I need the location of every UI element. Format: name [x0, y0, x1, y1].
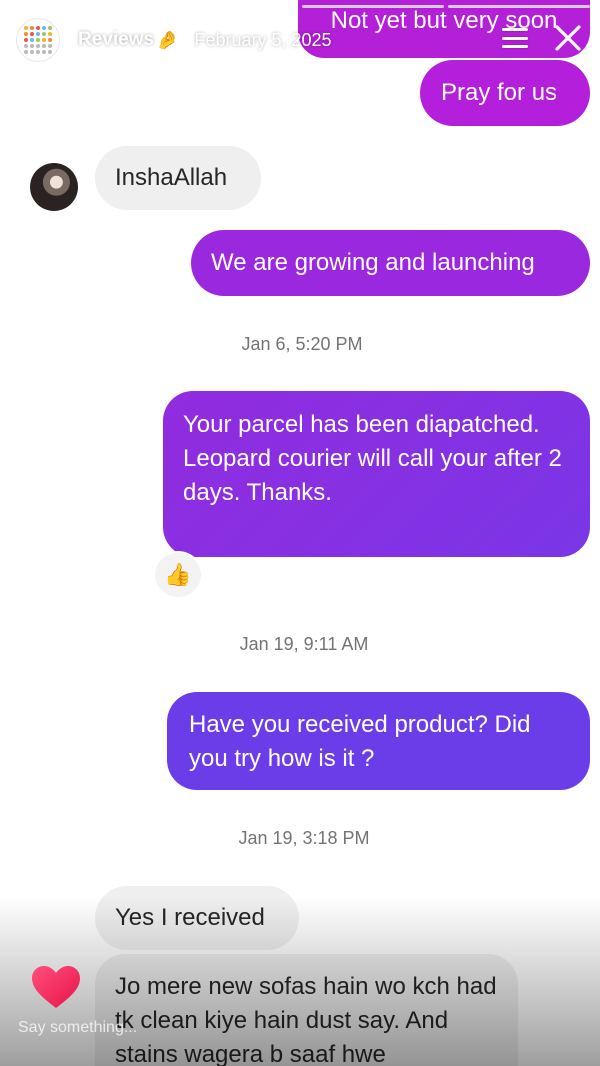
progress-segment — [302, 5, 444, 8]
logo-dot — [24, 38, 28, 42]
reply-input[interactable]: Say something... — [18, 1019, 137, 1037]
logo-dot — [42, 44, 46, 48]
progress-segment — [156, 5, 298, 8]
story-date: February 5, 2025 — [194, 29, 332, 50]
heart-icon[interactable] — [30, 964, 82, 1010]
logo-dot — [42, 50, 46, 54]
logo-dot — [30, 32, 34, 36]
logo-dot — [42, 32, 46, 36]
logo-dot — [48, 44, 52, 48]
timestamp: Jan 19, 3:18 PM — [238, 828, 370, 848]
logo-dots-icon — [24, 26, 52, 54]
story-header: Reviews 🤌 February 5, 2025 — [16, 18, 584, 62]
story-progress-bar — [10, 5, 590, 8]
logo-dot — [30, 26, 34, 30]
logo-dot — [42, 26, 46, 30]
logo-dot — [24, 32, 28, 36]
logo-dot — [36, 32, 40, 36]
logo-dot — [48, 32, 52, 36]
progress-segment — [448, 5, 590, 8]
logo-dot — [24, 26, 28, 30]
logo-dot — [24, 50, 28, 54]
logo-dot — [36, 44, 40, 48]
logo-dot — [48, 26, 52, 30]
logo-dot — [48, 50, 52, 54]
thumbs-up-reaction-icon: 👍 — [153, 551, 203, 599]
logo-dot — [24, 44, 28, 48]
menu-icon[interactable] — [502, 28, 528, 48]
timestamp: Jan 6, 5:20 PM — [241, 334, 363, 354]
story-viewer: Not yet but very soon Pray for us InshaA… — [0, 0, 600, 1066]
message-inshaallah: InshaAllah — [95, 146, 261, 210]
logo-dot — [36, 26, 40, 30]
logo-dot — [36, 50, 40, 54]
message-sofas-cleaned: Jo mere new sofas hain wo kch had tk cle… — [95, 954, 518, 1066]
logo-dot — [36, 38, 40, 42]
message-yes-received: Yes I received — [95, 886, 299, 950]
contact-avatar — [30, 163, 78, 211]
pinched-fingers-emoji-icon: 🤌 — [156, 29, 179, 50]
account-avatar[interactable] — [16, 18, 60, 62]
logo-dot — [30, 38, 34, 42]
close-icon[interactable] — [552, 22, 584, 54]
message-parcel-dispatched: Your parcel has been diapatched. Leopard… — [163, 391, 590, 557]
logo-dot — [30, 50, 34, 54]
logo-dot — [30, 44, 34, 48]
logo-dot — [48, 38, 52, 42]
account-name[interactable]: Reviews — [78, 29, 154, 51]
progress-segment — [10, 5, 152, 8]
timestamp: Jan 19, 9:11 AM — [239, 634, 369, 654]
message-received-question: Have you received product? Did you try h… — [167, 692, 590, 790]
logo-dot — [42, 38, 46, 42]
message-growing: We are growing and launching — [191, 230, 590, 296]
message-pray-for-us: Pray for us — [420, 60, 590, 126]
